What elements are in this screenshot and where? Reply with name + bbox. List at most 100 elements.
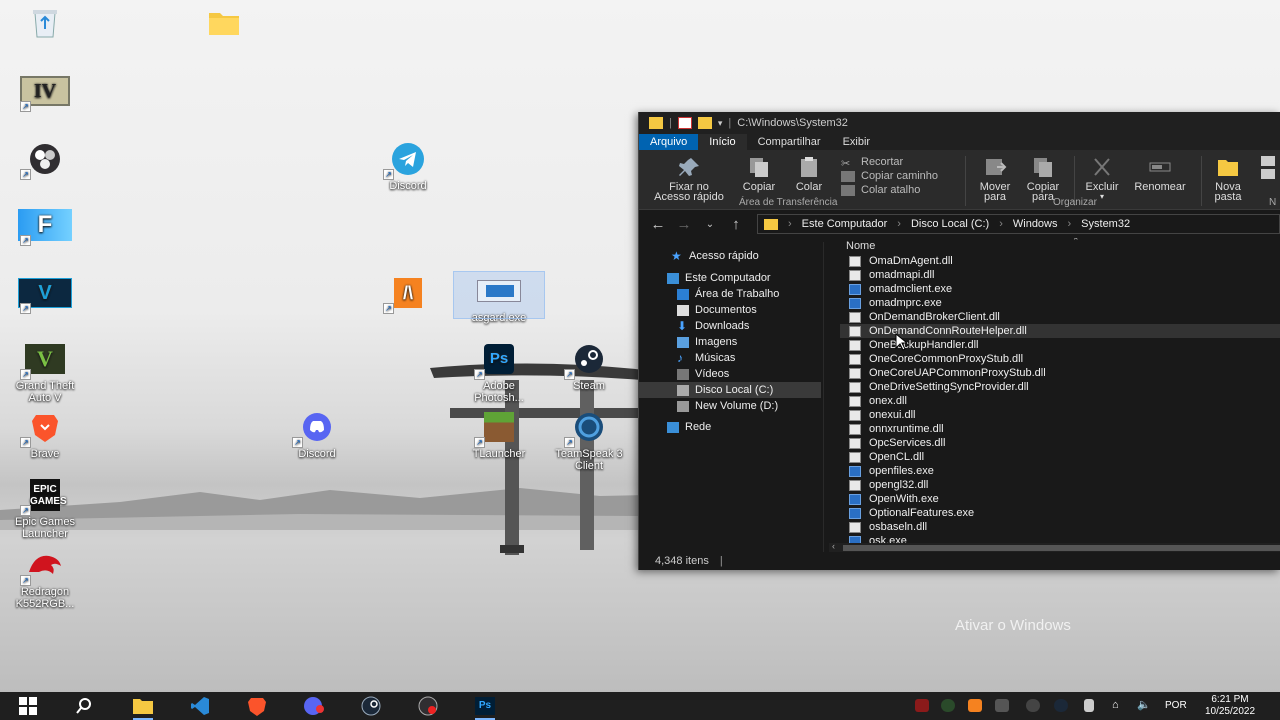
- taskbar-steam[interactable]: [355, 694, 387, 718]
- breadcrumb-system32[interactable]: System32: [1081, 218, 1130, 230]
- redragon-icon[interactable]: ↗ Redragon K552RGB...: [6, 546, 84, 610]
- language-indicator[interactable]: POR: [1165, 700, 1187, 711]
- taskbar-file-explorer[interactable]: [127, 694, 159, 720]
- tab-arquivo[interactable]: Arquivo: [639, 134, 699, 150]
- teamspeak-icon[interactable]: ↗ TeamSpeak 3 Client: [550, 408, 628, 472]
- nav-item-este-computador[interactable]: Este Computador: [667, 270, 771, 286]
- scrollbar-thumb[interactable]: [843, 545, 1280, 551]
- file-row[interactable]: OmaDmAgent.dll: [840, 254, 1280, 268]
- tray-app-icon[interactable]: [941, 699, 955, 712]
- file-row[interactable]: openfiles.exe: [840, 464, 1280, 478]
- file-row[interactable]: OneCoreUAPCommonProxyStub.dll: [840, 366, 1280, 380]
- breadcrumb-disco-local[interactable]: Disco Local (C:): [911, 218, 989, 230]
- iv-app-icon[interactable]: IV ↗: [6, 72, 84, 112]
- back-arrow-icon[interactable]: ←: [649, 216, 667, 233]
- folder-icon[interactable]: [185, 4, 263, 44]
- tab-exibir[interactable]: Exibir: [832, 134, 882, 150]
- scroll-left-icon[interactable]: ‹: [832, 541, 835, 551]
- paste-button[interactable]: Colar: [787, 156, 831, 193]
- vegas-app-icon[interactable]: V ↗: [6, 274, 84, 314]
- taskbar-discord[interactable]: [298, 694, 330, 718]
- tab-inicio[interactable]: Início: [698, 134, 747, 150]
- paste-shortcut-button[interactable]: Colar atalho: [841, 184, 920, 196]
- delete-button[interactable]: Excluir ▾: [1079, 156, 1125, 202]
- breadcrumb-este-computador[interactable]: Este Computador: [802, 218, 888, 230]
- tray-obs-icon[interactable]: [1026, 699, 1040, 712]
- taskbar-brave[interactable]: [241, 694, 273, 718]
- tray-redragon-icon[interactable]: [915, 699, 929, 712]
- file-row[interactable]: onex.dll: [840, 394, 1280, 408]
- obs-studio-icon[interactable]: ↗: [6, 140, 84, 180]
- column-header-nome[interactable]: Nome: [846, 240, 875, 252]
- breadcrumb-windows[interactable]: Windows: [1013, 218, 1058, 230]
- tray-app-icon-2[interactable]: [968, 699, 982, 712]
- nav-item-musicas[interactable]: ♪ Músicas: [677, 350, 735, 366]
- nav-item-documentos[interactable]: Documentos: [677, 302, 757, 318]
- new-folder-button[interactable]: Nova pasta: [1205, 156, 1251, 203]
- recent-locations-chevron-icon[interactable]: ⌄: [701, 219, 719, 230]
- file-row[interactable]: omadmapi.dll: [840, 268, 1280, 282]
- nav-item-area-de-trabalho[interactable]: Área de Trabalho: [677, 286, 779, 302]
- up-arrow-icon[interactable]: ↑: [727, 216, 745, 233]
- telegram-icon[interactable]: ↗ Discord: [369, 140, 447, 192]
- start-button[interactable]: [12, 694, 44, 718]
- file-row[interactable]: onexui.dll: [840, 408, 1280, 422]
- file-row[interactable]: omadmclient.exe: [840, 282, 1280, 296]
- file-row[interactable]: omadmprc.exe: [840, 296, 1280, 310]
- taskbar-obs[interactable]: [412, 694, 444, 718]
- tray-usb-icon[interactable]: [1084, 699, 1094, 712]
- file-row[interactable]: onnxruntime.dll: [840, 422, 1280, 436]
- recycle-bin-icon[interactable]: [6, 4, 84, 44]
- volume-icon[interactable]: 🔈: [1137, 699, 1151, 712]
- app-shortcut-icon[interactable]: /\ ↗: [369, 274, 447, 314]
- search-button[interactable]: [68, 694, 100, 718]
- discord-icon[interactable]: ↗ Discord: [278, 408, 356, 460]
- file-row[interactable]: OnDemandBrokerClient.dll: [840, 310, 1280, 324]
- tray-steam-icon[interactable]: [1054, 699, 1068, 712]
- copy-to-button[interactable]: Copiar para: [1021, 156, 1065, 203]
- nav-item-downloads[interactable]: ⬇ Downloads: [677, 318, 749, 334]
- nav-item-disco-local[interactable]: Disco Local (C:): [639, 382, 821, 398]
- pin-quick-access-button[interactable]: Fixar no Acesso rápido: [647, 156, 731, 203]
- file-row[interactable]: osbaseln.dll: [840, 520, 1280, 534]
- clock[interactable]: 6:21 PM 10/25/2022: [1200, 694, 1260, 718]
- taskbar-vscode[interactable]: [184, 694, 216, 718]
- copy-path-button[interactable]: Copiar caminho: [841, 170, 938, 182]
- epic-games-icon[interactable]: EPIC GAMES ↗ Epic Games Launcher: [6, 476, 84, 540]
- move-to-button[interactable]: Mover para: [973, 156, 1017, 203]
- fortnite-icon[interactable]: F ↗: [6, 206, 84, 246]
- file-row[interactable]: OpenCL.dll: [840, 450, 1280, 464]
- rename-button[interactable]: Renomear: [1127, 156, 1193, 193]
- chevron-right-icon: ›: [897, 218, 901, 230]
- properties-icon[interactable]: [677, 117, 692, 129]
- file-row[interactable]: OpenWith.exe: [840, 492, 1280, 506]
- tray-app-icon-3[interactable]: [995, 699, 1009, 712]
- network-icon[interactable]: ⌂: [1112, 699, 1126, 712]
- file-row[interactable]: OneCoreCommonProxyStub.dll: [840, 352, 1280, 366]
- asgard-exe-icon[interactable]: asgard.exe: [453, 271, 545, 324]
- file-row[interactable]: OpcServices.dll: [840, 436, 1280, 450]
- new-item-button[interactable]: [1259, 156, 1277, 179]
- nav-item-imagens[interactable]: Imagens: [677, 334, 737, 350]
- nav-item-rede[interactable]: Rede: [667, 419, 711, 435]
- chevron-down-icon[interactable]: ▾: [718, 118, 723, 129]
- steam-icon[interactable]: ↗ Steam: [550, 340, 628, 392]
- path-box[interactable]: › Este Computador › Disco Local (C:) › W…: [757, 214, 1280, 234]
- nav-item-new-volume[interactable]: New Volume (D:): [677, 398, 778, 414]
- tab-compartilhar[interactable]: Compartilhar: [747, 134, 832, 150]
- dll-file-icon: [849, 479, 861, 491]
- brave-icon[interactable]: ↗ Brave: [6, 408, 84, 460]
- nav-item-acesso-rapido[interactable]: ★ Acesso rápido: [671, 248, 759, 264]
- copy-button[interactable]: Copiar: [737, 156, 781, 193]
- tlauncher-icon[interactable]: ↗ TLauncher: [460, 408, 538, 460]
- gta-v-icon[interactable]: V ↗ Grand Theft Auto V: [6, 340, 84, 404]
- photoshop-icon[interactable]: Ps ↗ Adobe Photosh...: [460, 340, 538, 404]
- nav-item-videos[interactable]: Vídeos: [677, 366, 729, 382]
- new-folder-quick-icon[interactable]: [697, 117, 712, 129]
- cut-button[interactable]: ✂ Recortar: [841, 156, 903, 170]
- taskbar-photoshop[interactable]: Ps: [469, 694, 501, 720]
- file-row[interactable]: opengl32.dll: [840, 478, 1280, 492]
- file-row[interactable]: OptionalFeatures.exe: [840, 506, 1280, 520]
- file-row[interactable]: OneDriveSettingSyncProvider.dll: [840, 380, 1280, 394]
- forward-arrow-icon[interactable]: →: [675, 216, 693, 233]
